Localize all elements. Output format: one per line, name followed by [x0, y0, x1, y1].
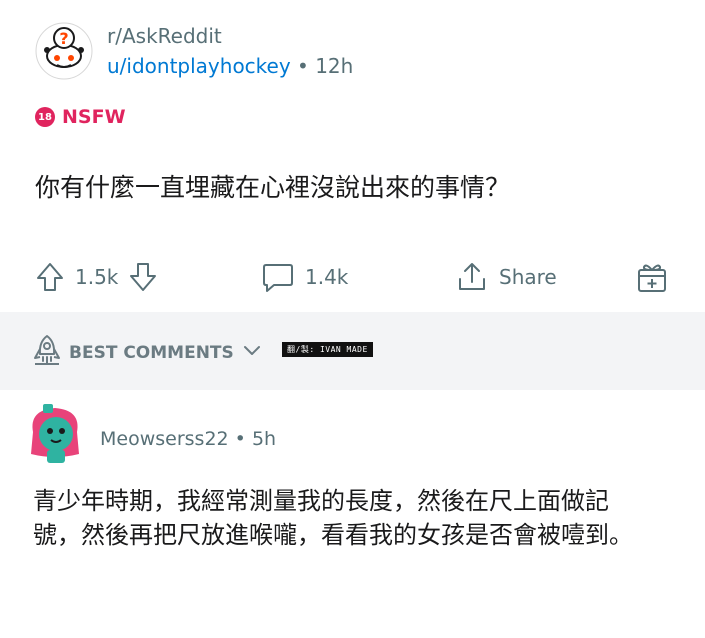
comment-body: 青少年時期，我經常測量我的長度，然後在尺上面做記號，然後再把尺放進喉嚨，看看我的… [33, 487, 633, 549]
nsfw-icon: 18 [35, 107, 55, 127]
share-icon [455, 260, 489, 294]
comment-author[interactable]: Meowserss22 [100, 428, 229, 450]
comment: Meowserss22 • 5h 青少年時期，我經常測量我的長度，然後在尺上面做… [0, 390, 705, 638]
post-meta: u/idontplayhockey • 12h [107, 54, 353, 78]
username-link[interactable]: u/idontplayhockey [107, 54, 291, 78]
upvote-icon[interactable] [35, 261, 65, 293]
post-header: ? r/AskReddit u/idontplayhockey • 12h [35, 22, 675, 82]
rocket-icon [33, 334, 61, 371]
avatar[interactable] [25, 402, 85, 464]
action-bar: 1.5k 1.4k Share [35, 256, 675, 298]
sort-label: BEST COMMENTS [69, 342, 234, 363]
share-label: Share [499, 265, 557, 289]
meta-separator: • [234, 428, 246, 450]
post-title[interactable]: 你有什麼一直埋藏在心裡沒說出來的事情？ [35, 168, 510, 204]
comment-icon [261, 261, 295, 293]
nsfw-badge: 18 NSFW [35, 106, 126, 128]
comment-age: 5h [251, 428, 277, 450]
award-icon [635, 260, 669, 294]
credit-label: 翻/製: IVAN MADE [282, 342, 373, 357]
downvote-icon[interactable] [128, 261, 158, 293]
askreddit-icon[interactable]: ? [35, 22, 93, 80]
post-age: 12h [315, 54, 354, 78]
subreddit-name[interactable]: r/AskReddit [107, 24, 222, 48]
chevron-down-icon [242, 343, 262, 363]
meta-separator: • [297, 54, 309, 78]
vote-count: 1.5k [75, 265, 119, 289]
svg-text:?: ? [59, 29, 68, 48]
comment-meta: Meowserss22 • 5h [100, 428, 276, 450]
award-button[interactable] [635, 256, 669, 298]
comment-count: 1.4k [305, 265, 349, 289]
comment-button[interactable]: 1.4k [261, 256, 348, 298]
share-button[interactable]: Share [455, 256, 557, 298]
nsfw-label: NSFW [62, 106, 126, 128]
sort-dropdown[interactable]: BEST COMMENTS [33, 334, 262, 371]
vote-group: 1.5k [35, 256, 158, 298]
